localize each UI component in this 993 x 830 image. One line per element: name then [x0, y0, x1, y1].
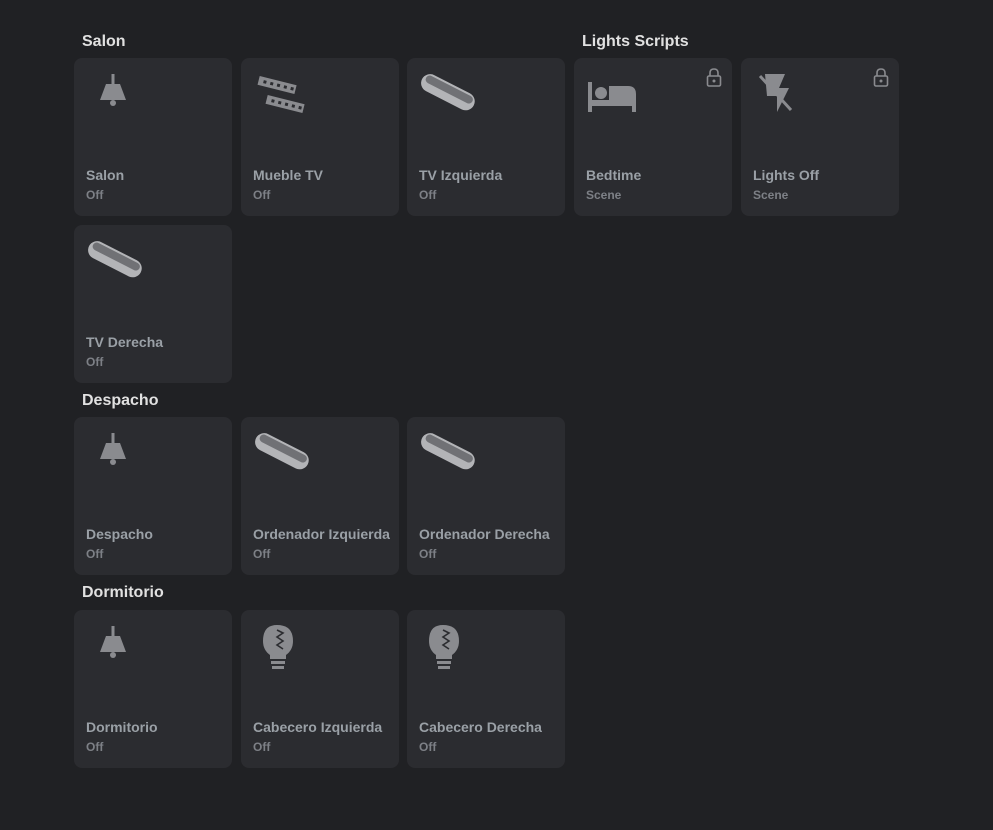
card-state: Off [86, 547, 104, 561]
bed-icon [586, 72, 642, 122]
card-name: Ordenador Izquierda [253, 526, 390, 542]
card-salon[interactable]: Salon Off [74, 58, 232, 216]
ceiling-lamp-icon [86, 72, 142, 122]
card-tv-derecha[interactable]: TV Derecha Off [74, 225, 232, 383]
lock-icon[interactable] [706, 68, 722, 88]
card-name: Mueble TV [253, 167, 324, 183]
light-bar-icon [253, 431, 309, 481]
card-name: Lights Off [753, 167, 820, 183]
card-name: Dormitorio [86, 719, 158, 735]
card-cabecero-izquierda[interactable]: Cabecero Izquierda Off [241, 610, 399, 768]
lock-icon[interactable] [873, 68, 889, 88]
card-name: Salon [86, 167, 125, 183]
card-name: TV Derecha [86, 334, 164, 350]
card-mueble-tv[interactable]: Mueble TV Off [241, 58, 399, 216]
card-state: Off [253, 188, 271, 202]
flash-off-icon [753, 72, 809, 122]
card-state: Off [253, 547, 271, 561]
card-name: Despacho [86, 526, 153, 542]
card-name: Cabecero Derecha [419, 719, 542, 735]
card-bedtime[interactable]: Bedtime Scene [574, 58, 732, 216]
section-title-despacho: Despacho [82, 392, 159, 409]
card-state: Off [253, 740, 271, 754]
card-name: Cabecero Izquierda [253, 719, 383, 735]
card-state: Off [86, 188, 104, 202]
card-state: Off [86, 740, 104, 754]
card-state: Off [419, 547, 437, 561]
card-ordenador-izquierda[interactable]: Ordenador Izquierda Off [241, 417, 399, 575]
light-bar-icon [86, 239, 142, 289]
card-dormitorio[interactable]: Dormitorio Off [74, 610, 232, 768]
card-name: Bedtime [586, 167, 642, 183]
card-ordenador-derecha[interactable]: Ordenador Derecha Off [407, 417, 565, 575]
ceiling-lamp-icon [86, 624, 142, 674]
ceiling-lamp-icon [86, 431, 142, 481]
card-state: Off [419, 188, 437, 202]
filament-bulb-icon [253, 624, 309, 674]
card-state: Off [86, 355, 104, 369]
section-title-lights-scripts: Lights Scripts [582, 33, 689, 50]
card-state: Off [419, 740, 437, 754]
section-title-salon: Salon [82, 33, 126, 50]
card-despacho[interactable]: Despacho Off [74, 417, 232, 575]
card-state: Scene [753, 188, 789, 202]
card-cabecero-derecha[interactable]: Cabecero Derecha Off [407, 610, 565, 768]
light-bar-icon [419, 431, 475, 481]
card-lights-off[interactable]: Lights Off Scene [741, 58, 899, 216]
card-state: Scene [586, 188, 622, 202]
light-bar-icon [419, 72, 475, 122]
card-name: Ordenador Derecha [419, 526, 550, 542]
led-strip-icon [253, 72, 309, 122]
section-title-dormitorio: Dormitorio [82, 584, 164, 601]
filament-bulb-icon [419, 624, 475, 674]
card-tv-izquierda[interactable]: TV Izquierda Off [407, 58, 565, 216]
card-name: TV Izquierda [419, 167, 503, 183]
